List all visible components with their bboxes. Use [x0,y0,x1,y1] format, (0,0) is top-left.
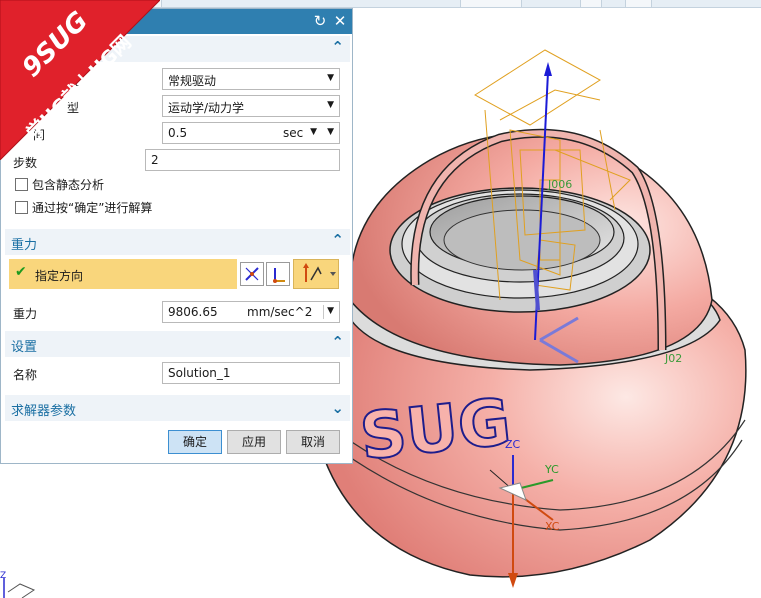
axis-label-yc: YC [544,463,559,476]
chevron-up-icon[interactable]: ⌃ [331,38,344,56]
apply-button[interactable]: 应用 [227,430,281,454]
section-solver-title: 求解器参数 [11,404,77,419]
gravity-field[interactable]: 9806.65 mm/sec^2 ▼ [162,301,340,323]
chevron-up-icon[interactable]: ⌃ [331,333,344,351]
time-field[interactable]: 0.5 sec ▼ ▼ [162,122,340,144]
chevron-up-icon[interactable]: ⌃ [331,231,344,249]
axis-label-zc: ZC [505,438,521,451]
joint-label-a: J006 [547,178,572,191]
analysis-type-value: 运动学/动力学 [168,101,245,115]
name-label: 名称 [13,368,38,382]
vector-type-dropdown[interactable] [293,259,339,289]
check-icon: ✔ [15,264,27,280]
solution-type-select[interactable]: 常规驱动 ▼ [162,68,340,90]
model-embossed-text: SUG [357,386,515,475]
chevron-down-icon: ▼ [327,100,334,110]
close-icon[interactable]: ✕ [331,12,349,30]
chevron-down-icon: ▼ [327,73,334,83]
steps-input[interactable]: 2 [145,149,340,171]
cancel-button[interactable]: 取消 [286,430,340,454]
unit-dropdown-icon[interactable]: ▼ [310,127,317,137]
solve-on-ok-label: 通过按“确定”进行解算 [32,201,153,215]
reverse-direction-icon[interactable] [240,262,264,286]
axis-label-xc: XC [545,520,560,533]
gravity-unit: mm/sec^2 [247,305,313,319]
watermark-logo: 9SUG 学UG就上UG网 [0,0,160,160]
gravity-value: 9806.65 [168,305,218,319]
time-unit: sec [283,126,304,140]
section-solver-header[interactable]: 求解器参数 ⌄ [5,395,350,421]
analysis-type-select[interactable]: 运动学/动力学 ▼ [162,95,340,117]
chevron-down-icon[interactable]: ▼ [327,306,334,316]
section-gravity-body: ✔ 指定方向 重力 9806.65 mm/sec^2 ▼ [5,255,350,327]
name-value: Solution_1 [168,366,231,380]
solution-type-value: 常规驱动 [168,74,217,88]
solve-on-ok-checkbox[interactable] [15,201,28,214]
section-settings-body: 名称 Solution_1 [5,357,350,391]
gravity-label: 重力 [13,307,38,321]
section-settings-header[interactable]: 设置 ⌃ [5,331,350,357]
chevron-down-icon[interactable]: ⌄ [331,399,344,417]
vector-constructor-icon[interactable] [266,262,290,286]
ok-button[interactable]: 确定 [168,430,222,454]
reset-icon[interactable]: ↻ [311,12,329,30]
section-settings-title: 设置 [11,340,38,355]
static-analysis-label: 包含静态分析 [32,178,105,192]
corner-axis-label: Z [0,571,6,581]
specify-direction-row[interactable]: ✔ 指定方向 [9,259,237,289]
section-gravity-header[interactable]: 重力 ⌃ [5,229,350,255]
static-analysis-checkbox[interactable] [15,178,28,191]
chevron-down-icon[interactable]: ▼ [327,127,334,137]
joint-label-b: J02 [664,352,682,365]
time-value: 0.5 [168,126,188,140]
specify-direction-label: 指定方向 [35,269,84,283]
name-input[interactable]: Solution_1 [162,362,340,384]
section-gravity-title: 重力 [11,238,38,253]
